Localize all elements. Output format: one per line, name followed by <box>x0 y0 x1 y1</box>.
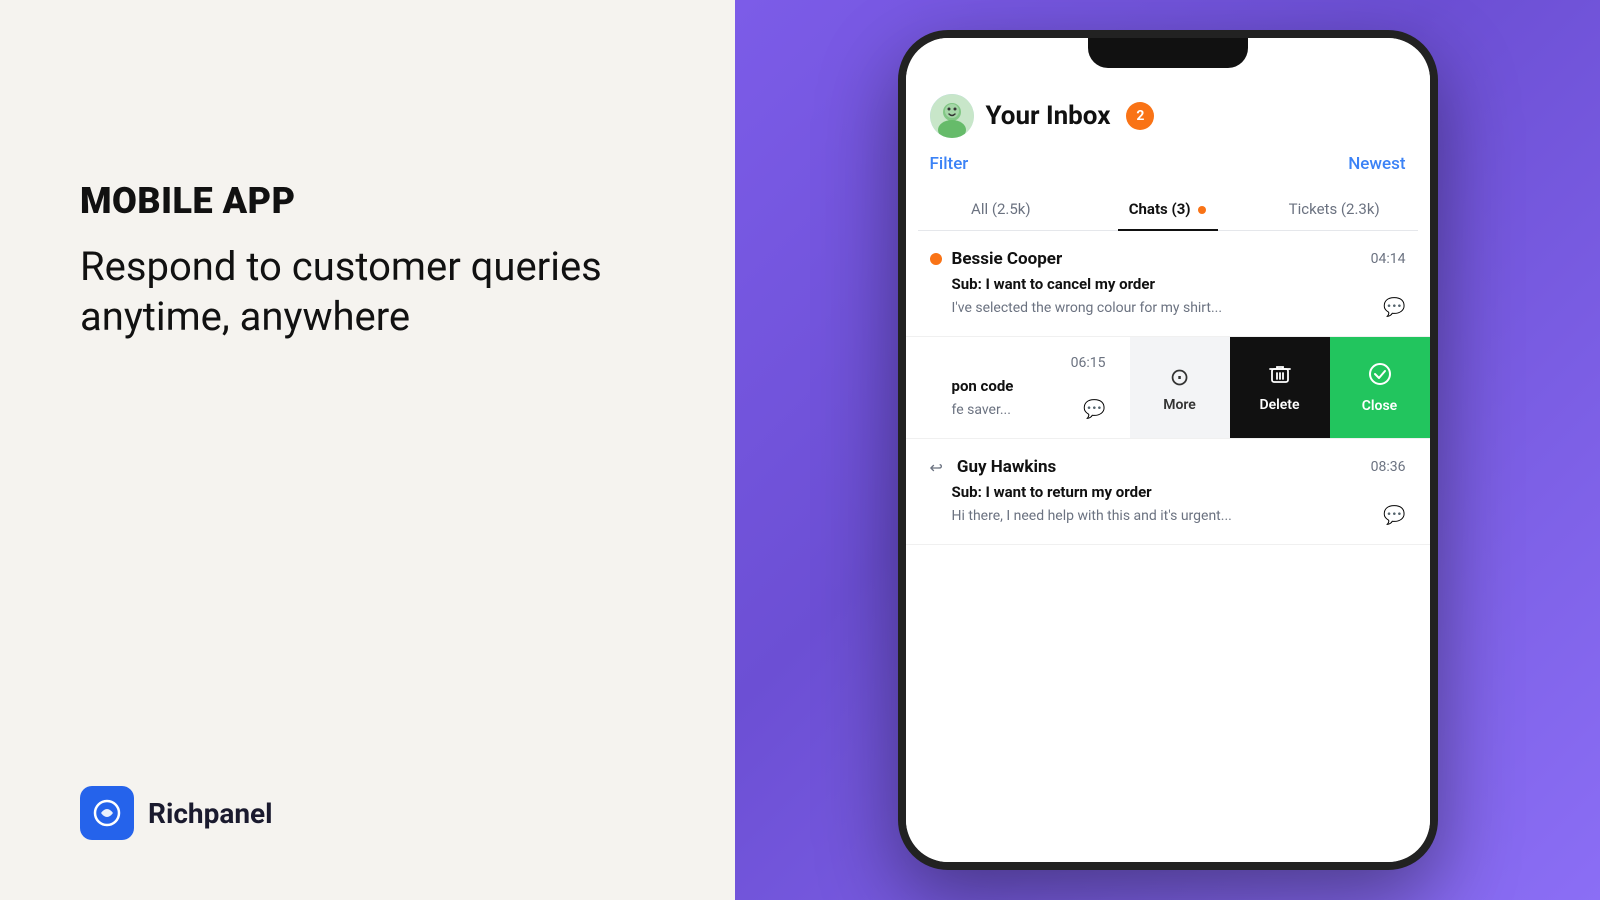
conv-bessie-preview: I've selected the wrong colour for my sh… <box>930 297 1406 318</box>
inbox-header-left: Your Inbox 2 <box>930 94 1155 138</box>
swipe-preview-text: fe saver... <box>952 402 1011 418</box>
action-more-button[interactable]: ⊙ More <box>1130 337 1230 438</box>
conv-bessie-name-area: Bessie Cooper <box>930 249 1063 269</box>
swipe-conv-header: 06:15 <box>930 355 1106 371</box>
page-title: MOBILE APP <box>80 180 655 222</box>
action-close-button[interactable]: Close <box>1330 337 1430 438</box>
tagline-line1: Respond to customer queries <box>80 243 602 290</box>
tab-chats-dot <box>1198 206 1206 214</box>
conversation-list: Bessie Cooper 04:14 Sub: I want to cance… <box>906 231 1430 545</box>
swipe-preview: fe saver... 💬 <box>930 399 1106 420</box>
tabs-container: All (2.5k) Chats (3) Tickets (2.3k) <box>918 188 1418 231</box>
delete-label: Delete <box>1259 397 1299 413</box>
more-icon: ⊙ <box>1169 363 1189 391</box>
close-label: Close <box>1362 398 1397 414</box>
conv-bessie-preview-text: I've selected the wrong colour for my sh… <box>952 300 1223 316</box>
inbox-title: Your Inbox <box>986 101 1111 131</box>
swipe-actions: ⊙ More <box>1130 337 1430 438</box>
more-label: More <box>1163 397 1196 413</box>
conv-bessie-subject: Sub: I want to cancel my order <box>930 275 1406 293</box>
phone-content: Your Inbox 2 Filter Newest All (2.5k) Ch… <box>906 38 1430 862</box>
tagline: Respond to customer queries anytime, any… <box>80 242 655 342</box>
conv-guy-name-area: ↩ Guy Hawkins <box>930 457 1057 477</box>
swipe-chat-icon: 💬 <box>1083 399 1105 420</box>
newest-button[interactable]: Newest <box>1348 154 1405 174</box>
swipe-time: 06:15 <box>1071 355 1106 371</box>
logo-area: Richpanel <box>80 786 655 840</box>
left-content: MOBILE APP Respond to customer queries a… <box>80 180 655 342</box>
logo-text: Richpanel <box>148 797 273 830</box>
conversation-bessie[interactable]: Bessie Cooper 04:14 Sub: I want to cance… <box>906 231 1430 337</box>
swipe-left-content[interactable]: 06:15 pon code fe saver... 💬 <box>906 337 1130 438</box>
left-panel: MOBILE APP Respond to customer queries a… <box>0 0 735 900</box>
inbox-badge: 2 <box>1126 102 1154 130</box>
action-delete-button[interactable]: Delete <box>1230 337 1330 438</box>
conv-bessie-name: Bessie Cooper <box>952 249 1063 269</box>
reply-icon: ↩ <box>930 458 943 477</box>
chat-icon: 💬 <box>1383 297 1405 318</box>
tagline-line2: anytime, anywhere <box>80 293 410 340</box>
swipe-subject: pon code <box>930 377 1106 395</box>
conv-bessie-header: Bessie Cooper 04:14 <box>930 249 1406 269</box>
delete-icon <box>1269 363 1291 391</box>
conv-guy-preview-text: Hi there, I need help with this and it's… <box>952 508 1232 524</box>
phone-frame: Your Inbox 2 Filter Newest All (2.5k) Ch… <box>898 30 1438 870</box>
swipe-item-container: 06:15 pon code fe saver... 💬 ⊙ More <box>906 337 1430 439</box>
tab-all[interactable]: All (2.5k) <box>918 188 1085 230</box>
conv-guy-chat-icon: 💬 <box>1383 505 1405 526</box>
tab-tickets[interactable]: Tickets (2.3k) <box>1251 188 1418 230</box>
conv-guy-preview: Hi there, I need help with this and it's… <box>930 505 1406 526</box>
conv-bessie-time: 04:14 <box>1371 251 1406 267</box>
conv-guy-header: ↩ Guy Hawkins 08:36 <box>930 457 1406 477</box>
tab-chats-label: Chats (3) <box>1129 200 1191 218</box>
filter-button[interactable]: Filter <box>930 154 969 174</box>
right-panel: Your Inbox 2 Filter Newest All (2.5k) Ch… <box>735 0 1600 900</box>
richpanel-logo-icon <box>80 786 134 840</box>
conversation-guy[interactable]: ↩ Guy Hawkins 08:36 Sub: I want to retur… <box>906 439 1430 545</box>
tab-chats[interactable]: Chats (3) <box>1084 188 1251 230</box>
phone-notch <box>1088 38 1248 68</box>
conv-guy-time: 08:36 <box>1371 459 1406 475</box>
inbox-header: Your Inbox 2 <box>906 78 1430 150</box>
close-icon <box>1368 362 1392 392</box>
avatar <box>930 94 974 138</box>
filter-bar: Filter Newest <box>906 150 1430 188</box>
conv-guy-subject: Sub: I want to return my order <box>930 483 1406 501</box>
conv-guy-name: Guy Hawkins <box>957 457 1056 477</box>
online-indicator <box>930 253 942 265</box>
